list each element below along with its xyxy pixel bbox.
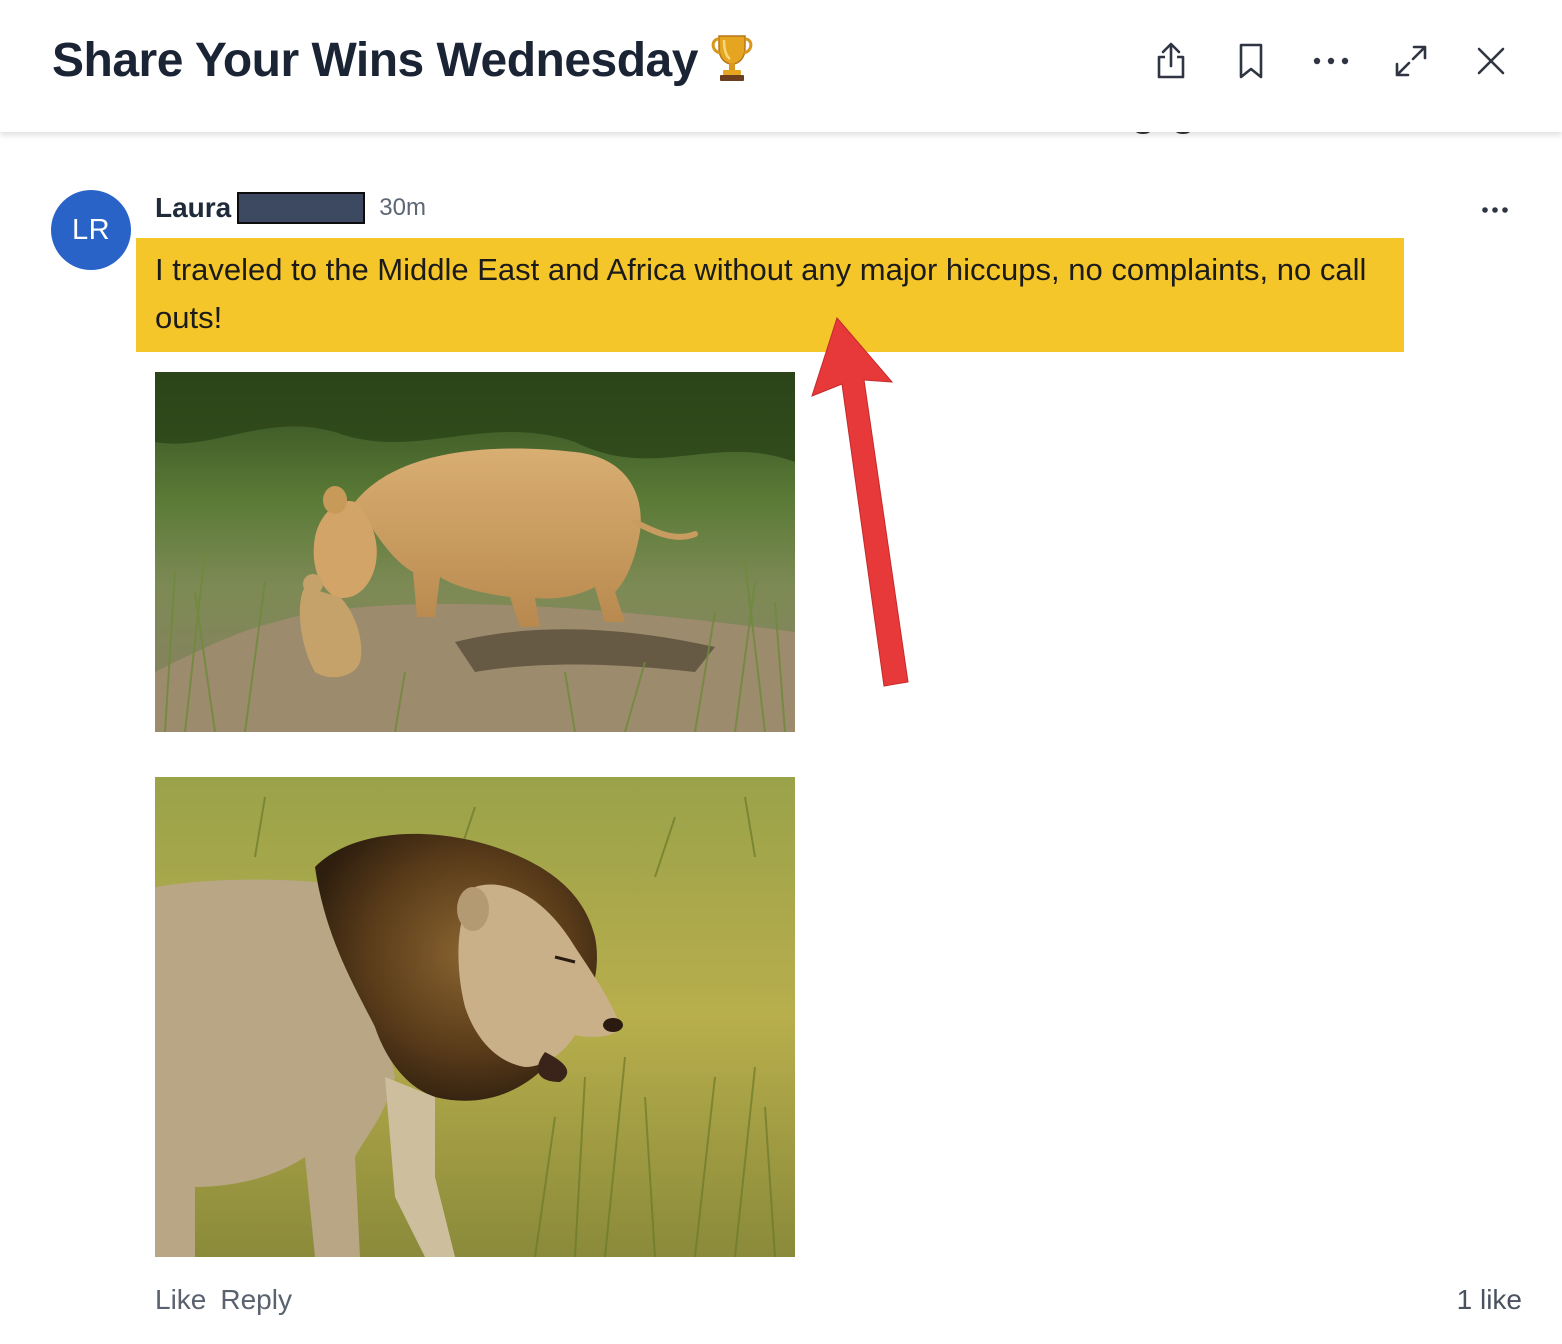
post-image-lioness[interactable] (155, 372, 795, 732)
share-button[interactable] (1146, 36, 1196, 86)
author-name[interactable]: Laura (155, 192, 231, 223)
bookmark-icon (1239, 43, 1263, 79)
panel-header: Share Your Wins Wednesday (0, 0, 1562, 132)
post-actions: Like Reply (155, 1284, 292, 1316)
expand-button[interactable] (1386, 36, 1436, 86)
share-icon (1157, 42, 1185, 79)
post-body: I traveled to the Middle East and Africa… (155, 252, 1367, 335)
thread-panel: Share Your Wins Wednesday LR Laura 30m I… (0, 0, 1562, 1344)
post-more-button[interactable] (1470, 196, 1520, 224)
reply-button[interactable]: Reply (220, 1284, 292, 1315)
close-button[interactable] (1466, 36, 1516, 86)
trophy-icon (708, 30, 756, 94)
page-title: Share Your Wins Wednesday (52, 30, 756, 94)
like-button[interactable]: Like (155, 1284, 206, 1315)
expand-icon (1395, 45, 1427, 77)
annotation-arrow (811, 316, 909, 687)
redacted-surname (237, 192, 366, 224)
post-meta: Laura 30m (155, 192, 426, 228)
bookmark-button[interactable] (1226, 36, 1276, 86)
like-count[interactable]: 1 like (1457, 1284, 1522, 1316)
more-horizontal-icon (1482, 207, 1508, 213)
post-timestamp: 30m (379, 194, 426, 221)
close-icon (1477, 47, 1505, 75)
post-image-lion[interactable] (155, 777, 795, 1257)
more-horizontal-icon (1313, 57, 1349, 65)
title-text: Share Your Wins Wednesday (52, 34, 698, 87)
more-options-button[interactable] (1306, 36, 1356, 86)
avatar[interactable]: LR (51, 190, 131, 270)
